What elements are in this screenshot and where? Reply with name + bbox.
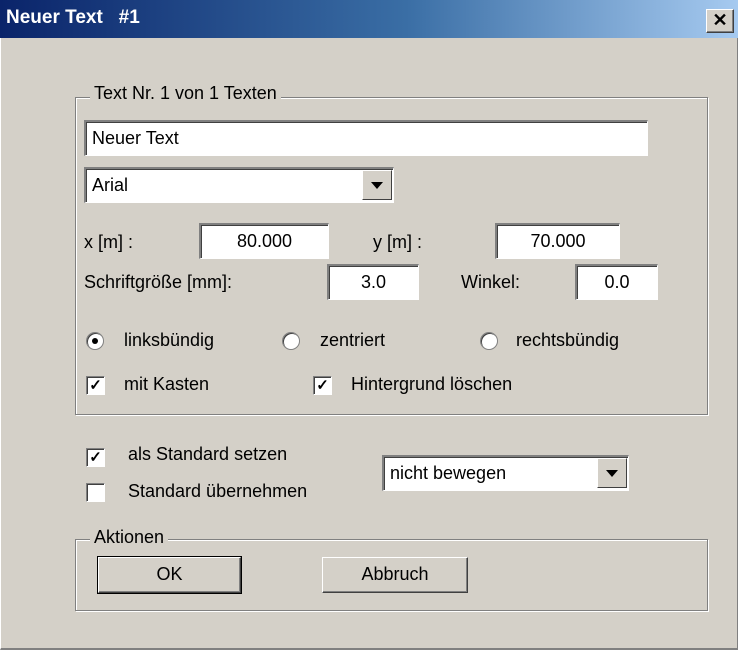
close-button[interactable]: ✕ — [706, 9, 734, 33]
set-default-checkbox[interactable]: ✓ — [86, 448, 105, 467]
font-select-value: Arial — [92, 175, 129, 195]
clear-background-label[interactable]: Hintergrund löschen — [351, 374, 512, 395]
clear-background-checkbox[interactable]: ✓ — [313, 376, 332, 395]
check-icon: ✓ — [316, 377, 329, 394]
font-size-input[interactable]: 3.0 — [327, 264, 419, 300]
set-default-label[interactable]: als Standard setzen — [128, 444, 287, 465]
use-default-checkbox[interactable] — [86, 483, 105, 502]
angle-label: Winkel: — [461, 272, 521, 292]
chevron-down-icon[interactable] — [597, 458, 627, 488]
box-checkbox[interactable]: ✓ — [86, 376, 105, 395]
align-center-label[interactable]: zentriert — [320, 330, 385, 351]
x-input[interactable]: 80.000 — [199, 223, 329, 259]
close-icon: ✕ — [712, 10, 728, 30]
x-label: x [m] : — [84, 232, 133, 252]
angle-input[interactable]: 0.0 — [575, 264, 658, 300]
move-select[interactable]: nicht bewegen — [382, 455, 629, 491]
box-label[interactable]: mit Kasten — [124, 374, 209, 395]
use-default-label[interactable]: Standard übernehmen — [128, 481, 307, 502]
chevron-down-icon[interactable] — [362, 170, 392, 200]
font-size-label: Schriftgröße [mm]: — [84, 272, 233, 292]
y-input[interactable]: 70.000 — [495, 223, 620, 259]
align-left-radio[interactable] — [86, 332, 104, 350]
align-left-label[interactable]: linksbündig — [124, 330, 214, 351]
title-bar: Neuer Text #1 ✕ — [0, 0, 738, 38]
move-select-value: nicht bewegen — [390, 463, 507, 483]
actions-legend: Aktionen — [90, 527, 169, 548]
text-input[interactable]: Neuer Text — [84, 120, 648, 156]
align-center-radio[interactable] — [282, 332, 300, 350]
text-group-legend: Text Nr. 1 von 1 Texten — [90, 83, 281, 104]
y-label: y [m] : — [373, 232, 422, 252]
ok-button[interactable]: OK — [97, 556, 242, 594]
check-icon: ✓ — [89, 449, 102, 466]
align-right-radio[interactable] — [480, 332, 498, 350]
align-right-label[interactable]: rechtsbündig — [516, 330, 619, 351]
check-icon: ✓ — [89, 377, 102, 394]
window-title: Neuer Text #1 — [6, 7, 140, 28]
cancel-button[interactable]: Abbruch — [322, 557, 468, 593]
font-select[interactable]: Arial — [84, 167, 394, 203]
